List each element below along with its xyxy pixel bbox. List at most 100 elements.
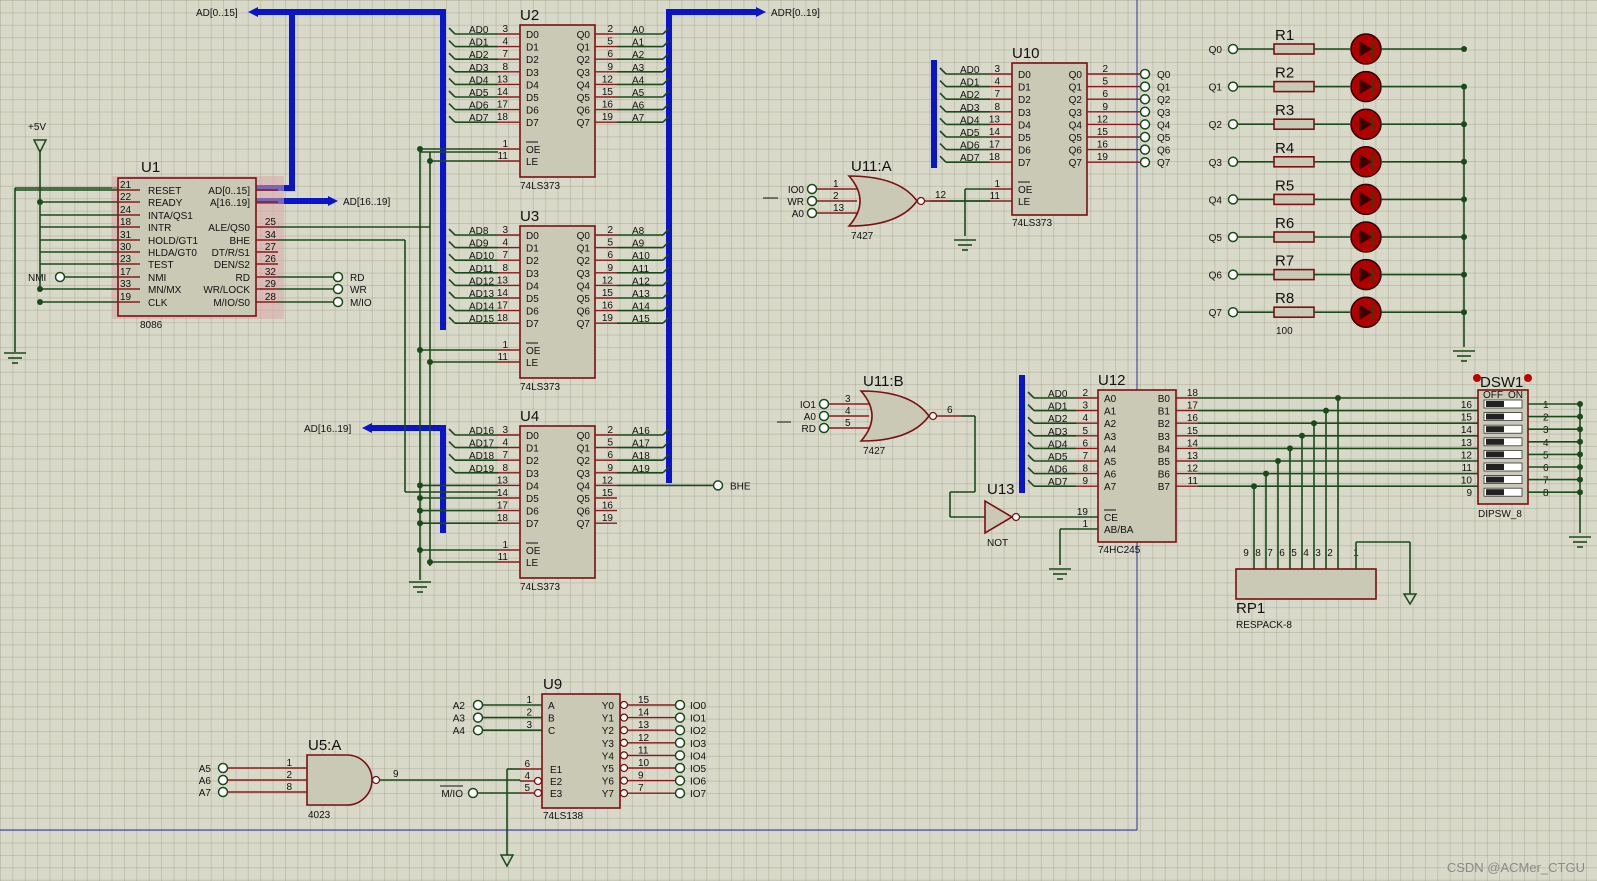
- u5a-part: 4023: [308, 810, 331, 821]
- bus-entry: [939, 105, 947, 113]
- latch-out-pin-num: 16: [602, 501, 614, 512]
- rp1-pin-num: 9: [1243, 548, 1249, 559]
- u9-out-num: 10: [638, 758, 650, 769]
- bus-adr-0-19: ADR[0..19]: [666, 7, 820, 483]
- bus-label-ad-16-19-b: AD[16..19]: [304, 424, 351, 435]
- latch-in-pin-num: 3: [502, 425, 508, 436]
- u1-pin-name: TEST: [148, 260, 174, 271]
- latch-in-pin-num: 17: [497, 501, 509, 512]
- bus-entry: [448, 304, 456, 312]
- latch-in-label: AD8: [469, 226, 489, 237]
- u9-out-num: 15: [638, 695, 650, 706]
- mio-terminal: [467, 787, 479, 799]
- latch-out-label: A9: [632, 239, 645, 250]
- u12-b-num: 13: [1187, 451, 1199, 462]
- u10-out-terminal: [1139, 93, 1151, 105]
- u10-in-label: AD0: [960, 65, 980, 76]
- u10-d-name: D1: [1018, 83, 1031, 94]
- latch-le-name: LE: [526, 558, 539, 569]
- u9-en-num: 5: [524, 783, 530, 794]
- latch-d-name: D6: [526, 106, 539, 117]
- u11a-body: [847, 175, 918, 227]
- u11b-in-label: IO1: [800, 400, 817, 411]
- u11b-ref: U11:B: [863, 373, 904, 390]
- u11a-in-terminal: [806, 183, 818, 195]
- u1-pin-num: 33: [120, 279, 132, 290]
- latch-q-name: Q6: [577, 307, 591, 318]
- inversion-bubble: [619, 713, 629, 722]
- u12-b-name: B5: [1158, 457, 1171, 468]
- latch-out-label: A16: [632, 426, 650, 437]
- bus-entry: [448, 90, 456, 98]
- bus-entry: [448, 77, 456, 85]
- u11a-in-terminal: [806, 207, 818, 219]
- u10-in-num: 7: [994, 89, 1000, 100]
- u1-pin-name: RD: [236, 273, 250, 284]
- resistor-ref: R6: [1275, 215, 1294, 232]
- latch-in-label: AD6: [469, 101, 489, 112]
- u9-out-label: IO0: [690, 701, 707, 712]
- latch-d-name: D7: [526, 519, 539, 530]
- u5a-ref: U5:A: [308, 737, 341, 754]
- nmi-label: NMI: [28, 273, 46, 284]
- u10-q-name: Q5: [1069, 133, 1083, 144]
- u9-out-terminal: [674, 787, 686, 799]
- latch-in-label: AD15: [469, 314, 494, 325]
- bus-entry: [1027, 416, 1035, 424]
- u12-b-name: B7: [1158, 482, 1171, 493]
- u11a-in-num: 1: [833, 179, 839, 190]
- u12-a-name: A4: [1104, 444, 1117, 455]
- latch-in-pin-num: 14: [497, 87, 509, 98]
- latch-out-pin-num: 15: [602, 288, 614, 299]
- latch-d-name: D4: [526, 281, 539, 292]
- u1-pin-num: 27: [265, 242, 277, 253]
- latch-q-name: Q4: [577, 80, 591, 91]
- u12-a-name: A1: [1104, 407, 1117, 418]
- latch-in-label: AD17: [469, 439, 494, 450]
- latch-in-pin-num: 13: [497, 475, 509, 486]
- dsw-left-num: 12: [1461, 450, 1473, 461]
- bus-entry: [939, 143, 947, 151]
- inversion-bubble: [533, 788, 543, 798]
- latch-le-name: LE: [526, 157, 539, 168]
- u9-en-num: 6: [524, 759, 530, 770]
- u10-in-label: AD2: [960, 90, 980, 101]
- bus-entry: [1027, 479, 1035, 487]
- u10-out-num: 12: [1097, 114, 1109, 125]
- ground-symbol: [954, 239, 976, 251]
- u1-pin-num: 29: [265, 279, 277, 290]
- u9-out-terminal: [674, 750, 686, 761]
- u1-out-label: WR: [350, 285, 367, 296]
- u10-out-terminal: [1139, 106, 1151, 118]
- latch-q-name: Q2: [577, 456, 591, 467]
- u9-out-label: IO6: [690, 777, 707, 788]
- resistor-body: [1273, 193, 1315, 206]
- u11b-in-num: 3: [845, 394, 851, 405]
- junction-dot: [417, 146, 423, 152]
- latch-in-pin-num: 18: [497, 112, 509, 123]
- latch-part: 74LS373: [520, 181, 560, 192]
- resistor-ref: R7: [1275, 253, 1294, 270]
- u12-a-num: 5: [1082, 426, 1088, 437]
- latch-d-name: D6: [526, 307, 539, 318]
- led-input-terminal: [1227, 194, 1239, 205]
- latch-out-pin-num: 9: [607, 263, 613, 274]
- latch-out-label: A7: [632, 113, 645, 124]
- latch-in-label: AD12: [469, 276, 494, 287]
- latch-in-pin-num: 7: [502, 250, 508, 261]
- bus-entry: [939, 130, 947, 138]
- latch-q-name: Q0: [577, 231, 591, 242]
- resistor-ref: R3: [1275, 102, 1294, 119]
- inversion-bubble: [619, 726, 629, 735]
- latch-out-pin-num: 5: [607, 438, 613, 449]
- latch-oe-num: 1: [502, 139, 508, 150]
- latch-in-pin-num: 13: [497, 275, 509, 286]
- u12-b-name: B2: [1158, 419, 1171, 430]
- latch-in-pin-num: 18: [497, 513, 509, 524]
- latch-q-name: Q6: [577, 507, 591, 518]
- u1-pin-num: 21: [120, 180, 132, 191]
- u11a-in-terminal: [806, 195, 818, 207]
- u10-oe: OE: [1018, 185, 1033, 196]
- bus-entry: [1027, 429, 1035, 437]
- latch-in-pin-num: 3: [502, 225, 508, 236]
